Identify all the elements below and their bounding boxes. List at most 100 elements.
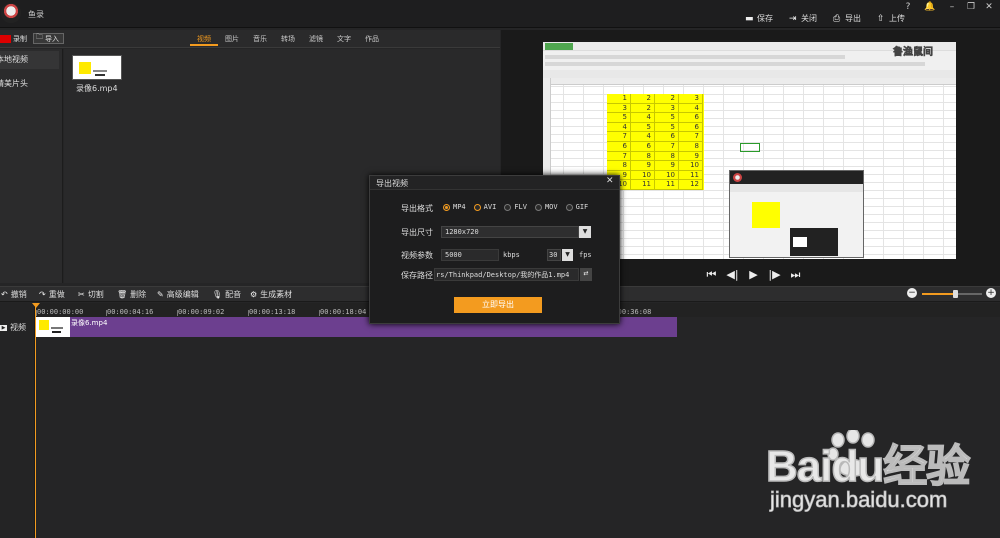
- generate-material-button[interactable]: ⚙ 生成素材: [250, 288, 292, 300]
- skip-end-icon[interactable]: ⏭: [785, 268, 806, 282]
- media-thumbnail[interactable]: [72, 55, 122, 80]
- save-button[interactable]: ▬ 保存: [745, 13, 773, 24]
- spreadsheet-cell: 7: [679, 132, 703, 142]
- spreadsheet-cell: 2: [631, 103, 655, 114]
- export-now-button[interactable]: 立即导出: [454, 297, 542, 313]
- delete-button[interactable]: 🗑 删除: [117, 288, 146, 300]
- clip-thumbnail: [36, 317, 70, 337]
- tab-music[interactable]: 音乐: [246, 32, 274, 46]
- ruler-time-label: 00:00:13:18: [249, 308, 296, 316]
- save-path-input[interactable]: rs/Thinkpad/Desktop/我的作品1.mp4: [434, 268, 579, 281]
- track-headers: [0, 303, 35, 538]
- video-track-icon: ▶: [0, 324, 7, 331]
- monitor-icon: ▬: [745, 13, 754, 24]
- zoom-in-button[interactable]: +: [986, 288, 996, 298]
- spreadsheet-cell: 7: [655, 141, 679, 152]
- zoom-out-button[interactable]: −: [907, 288, 917, 298]
- help-button[interactable]: ?: [901, 2, 915, 12]
- format-label: 导出格式: [401, 204, 433, 213]
- fps-select[interactable]: 30: [547, 249, 561, 261]
- size-label: 导出尺寸: [401, 228, 433, 237]
- media-tabs: 视频 图片 音乐 转场 滤镜 文字 作品: [190, 32, 386, 46]
- spreadsheet-cell: 4: [631, 113, 655, 123]
- tab-image[interactable]: 图片: [218, 32, 246, 46]
- chevron-down-icon[interactable]: ▼: [579, 226, 591, 238]
- spreadsheet-cell: 10: [631, 170, 655, 181]
- record-icon: [0, 34, 11, 43]
- tab-video[interactable]: 视频: [190, 32, 218, 46]
- window-close-button[interactable]: ✕: [982, 2, 996, 12]
- export-button[interactable]: ⎙ 导出: [833, 13, 861, 24]
- sidebar-item-intros[interactable]: 精美片头: [0, 75, 59, 93]
- tab-works[interactable]: 作品: [358, 32, 386, 46]
- cut-button[interactable]: ✂ 切割: [78, 288, 104, 300]
- pencil-icon: ✎: [157, 289, 164, 299]
- dialog-title: 导出视频: [376, 179, 408, 188]
- spreadsheet-cell: 7: [607, 151, 631, 162]
- undo-icon: ↶: [1, 289, 8, 299]
- spreadsheet-cell: 8: [607, 161, 631, 171]
- record-button[interactable]: 录制: [0, 33, 27, 44]
- clip-label: 录像6.mp4: [71, 319, 108, 327]
- step-forward-icon[interactable]: |▶: [764, 268, 785, 282]
- ruler-time-label: 00:00:00:00: [37, 308, 84, 316]
- fps-chevron-down-icon[interactable]: ▼: [562, 249, 573, 261]
- spreadsheet-cell: 4: [631, 132, 655, 142]
- spreadsheet-cell: 12: [679, 180, 703, 190]
- baidu-brand: Baidu经验: [765, 441, 971, 492]
- play-icon[interactable]: ▶: [743, 268, 764, 282]
- playhead-marker[interactable]: [32, 303, 40, 308]
- tab-transition[interactable]: 转场: [274, 32, 302, 46]
- upload-icon: ⇧: [877, 13, 885, 24]
- redo-button[interactable]: ↷ 重做: [39, 288, 65, 300]
- spreadsheet-cell: 3: [607, 103, 631, 114]
- tab-filter[interactable]: 滤镜: [302, 32, 330, 46]
- playback-controls: ⏮ ◀| ▶ |▶ ⏭: [701, 268, 806, 282]
- spreadsheet-cell: 4: [679, 103, 703, 114]
- zoom-slider-handle[interactable]: [953, 290, 958, 298]
- format-radio-mov[interactable]: MOV: [534, 203, 558, 211]
- microphone-icon: 🎙: [212, 289, 223, 299]
- format-radio-flv[interactable]: FLV: [504, 203, 527, 211]
- format-radio-mp4[interactable]: MP4: [443, 203, 466, 211]
- film-icon: ⚙: [250, 289, 258, 299]
- skip-start-icon[interactable]: ⏮: [701, 268, 722, 282]
- spreadsheet-cell: 8: [655, 151, 679, 162]
- advanced-edit-button[interactable]: ✎ 高级编辑: [157, 288, 199, 300]
- minimize-button[interactable]: –: [945, 2, 959, 12]
- params-label: 视频参数: [401, 251, 433, 260]
- voiceover-button[interactable]: 🎙 配音: [212, 288, 241, 300]
- spreadsheet-cells: 1 2 2 3 3 2 3 4 5 4 5 6 4 5 5 6 7 4 6 7 6 6 7 8 7 8 8 9 8 9 9 10 9 10 10 11…: [607, 94, 703, 190]
- format-radio-avi[interactable]: AVI: [473, 203, 496, 211]
- spreadsheet-cell: 6: [607, 141, 631, 152]
- spreadsheet-cell: 1: [607, 94, 631, 104]
- tab-text[interactable]: 文字: [330, 32, 358, 46]
- playhead[interactable]: [35, 303, 36, 538]
- spreadsheet-cell: 5: [655, 122, 679, 133]
- restore-button[interactable]: ❐: [964, 2, 978, 12]
- trash-icon: 🗑: [117, 289, 128, 299]
- nested-screenshot: [729, 170, 864, 258]
- spreadsheet-cell: 11: [655, 180, 679, 190]
- undo-button[interactable]: ↶ 撤销: [1, 288, 27, 300]
- spreadsheet-cell: 5: [631, 122, 655, 133]
- size-select[interactable]: 1280x720: [441, 226, 579, 238]
- spreadsheet-cell: 3: [679, 94, 703, 104]
- ruler-time-label: 00:00:04:16: [107, 308, 154, 316]
- bitrate-input[interactable]: 5000: [441, 249, 499, 261]
- close-project-button[interactable]: ⇥ 关闭: [789, 13, 817, 24]
- zoom-slider-fill: [922, 293, 955, 295]
- format-radio-gif[interactable]: GIF: [565, 203, 588, 211]
- browse-folder-icon[interactable]: ⇄: [580, 268, 592, 281]
- dialog-close-icon[interactable]: ✕: [606, 176, 614, 186]
- media-sidebar: 本地视频 精美片头: [0, 49, 63, 283]
- sidebar-item-local-video[interactable]: 本地视频: [0, 51, 59, 69]
- exit-icon: ⇥: [789, 13, 797, 24]
- step-back-icon[interactable]: ◀|: [722, 268, 743, 282]
- import-button[interactable]: 🗀 导入: [33, 33, 64, 44]
- upload-button[interactable]: ⇧ 上传: [877, 13, 905, 24]
- spreadsheet-cell: 6: [631, 141, 655, 152]
- bell-icon[interactable]: 🔔: [923, 2, 937, 12]
- fps-unit: fps: [579, 251, 592, 259]
- spreadsheet-cell: 9: [679, 151, 703, 162]
